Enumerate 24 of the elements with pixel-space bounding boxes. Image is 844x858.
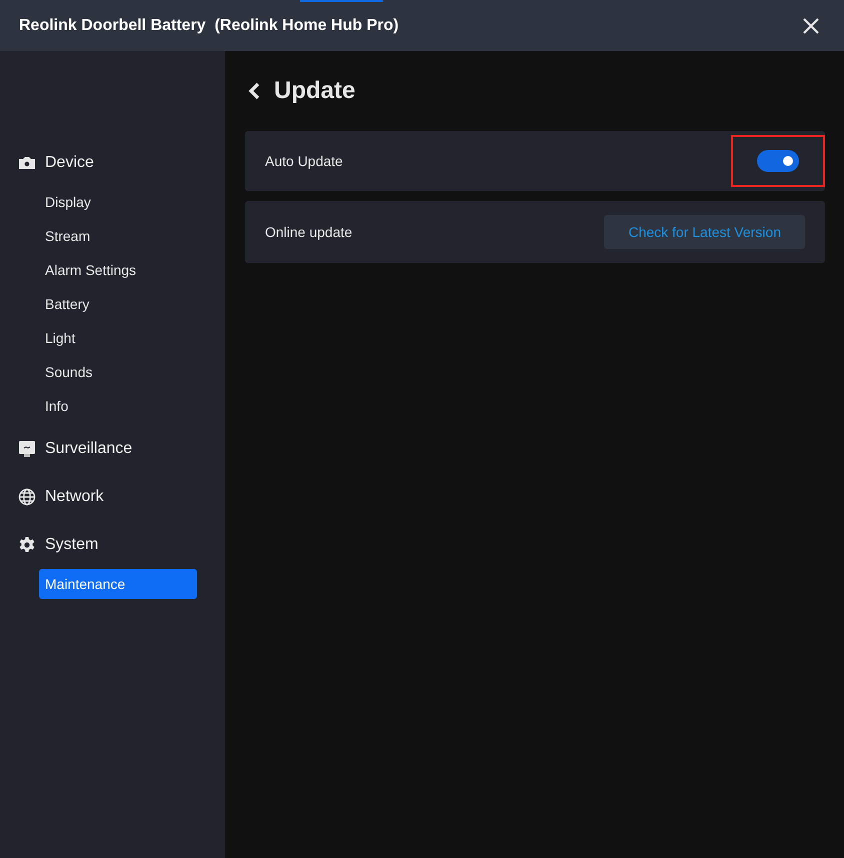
nav-item[interactable]: Info — [39, 391, 197, 421]
nav-item[interactable]: Battery — [39, 289, 197, 319]
nav-item[interactable]: Sounds — [39, 357, 197, 387]
camera-icon — [18, 154, 36, 172]
nav-item[interactable]: Alarm Settings — [39, 255, 197, 285]
nav-item[interactable]: Display — [39, 187, 197, 217]
setting-label: Online update — [265, 224, 352, 240]
nav-group-item[interactable]: Network — [45, 488, 104, 506]
setting-label: Auto Update — [265, 153, 343, 169]
nav-item[interactable]: Light — [39, 323, 197, 353]
monitor-icon — [18, 440, 36, 458]
nav-group-item[interactable]: System — [45, 536, 98, 554]
check-version-button[interactable]: Check for Latest Version — [604, 215, 805, 249]
globe-icon — [18, 488, 36, 506]
nav-item[interactable]: Maintenance — [39, 569, 197, 599]
nav-group-item[interactable]: Device — [45, 154, 94, 172]
toggle-switch[interactable] — [757, 150, 799, 172]
window-title: Reolink Doorbell Battery (Reolink Home Hub Pro) — [19, 16, 399, 34]
page-title: Update — [274, 77, 356, 105]
nav-group-item[interactable]: Surveillance — [45, 440, 132, 458]
nav-item[interactable]: Stream — [39, 221, 197, 251]
back-icon[interactable] — [248, 82, 260, 100]
gear-icon — [18, 536, 36, 554]
close-icon[interactable] — [802, 16, 820, 34]
